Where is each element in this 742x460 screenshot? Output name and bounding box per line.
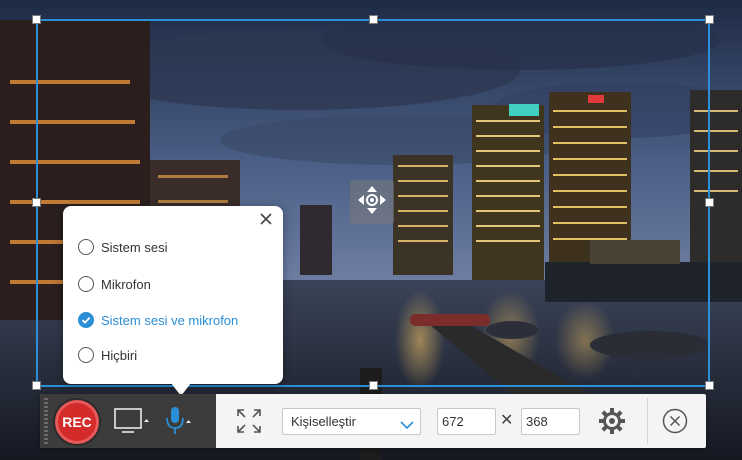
checkmark-icon (81, 313, 91, 328)
resize-handle-bottom[interactable] (369, 381, 378, 390)
audio-option-system[interactable]: Sistem sesi (78, 236, 167, 258)
radio-button-checked[interactable] (78, 312, 94, 328)
audio-source-popup: Sistem sesi Mikrofon Sistem sesi ve mikr… (63, 206, 283, 396)
recording-toolbar: REC Kişiselleştir 672 ✕ 368 (40, 394, 706, 448)
drag-grip-handle[interactable] (44, 398, 48, 444)
dimension-separator: ✕ (500, 412, 514, 429)
fullscreen-button[interactable] (236, 408, 262, 434)
chevron-down-icon (400, 415, 414, 440)
audio-option-system-and-microphone[interactable]: Sistem sesi ve mikrofon (78, 309, 238, 331)
height-input[interactable] (521, 408, 580, 435)
resize-handle-top-left[interactable] (32, 15, 41, 24)
close-icon (260, 212, 272, 230)
microphone-button[interactable] (164, 404, 196, 438)
resize-handle-left[interactable] (32, 198, 41, 207)
display-icon (114, 408, 152, 439)
settings-button[interactable] (598, 407, 626, 435)
resize-handle-bottom-right[interactable] (705, 381, 714, 390)
resize-handle-bottom-left[interactable] (32, 381, 41, 390)
option-label: Sistem sesi ve mikrofon (101, 312, 239, 328)
radio-button[interactable] (78, 347, 94, 363)
audio-option-none[interactable]: Hiçbiri (78, 344, 137, 366)
option-label: Sistem sesi (101, 239, 168, 255)
radio-button[interactable] (78, 276, 94, 292)
option-label: Mikrofon (101, 276, 151, 292)
fullscreen-icon (236, 409, 262, 438)
resize-handle-top-right[interactable] (705, 15, 714, 24)
move-icon (356, 184, 388, 221)
gear-icon (598, 408, 626, 439)
exit-button[interactable] (662, 408, 688, 434)
resize-handle-right[interactable] (705, 198, 714, 207)
toolbar-dark-section: REC (40, 394, 216, 448)
option-label: Hiçbiri (101, 347, 138, 363)
audio-option-microphone[interactable]: Mikrofon (78, 273, 151, 295)
region-mode-value: Kişiselleştir (291, 414, 357, 429)
radio-button[interactable] (78, 239, 94, 255)
move-region-button[interactable] (350, 180, 394, 224)
exit-icon (662, 408, 688, 438)
display-source-button[interactable] (114, 407, 152, 435)
resize-handle-top[interactable] (369, 15, 378, 24)
popup-close-button[interactable] (257, 212, 275, 230)
record-label: REC (62, 414, 92, 430)
record-button[interactable]: REC (55, 400, 99, 444)
width-input[interactable] (437, 408, 496, 435)
microphone-icon (164, 407, 196, 442)
toolbar-divider (647, 398, 648, 444)
region-mode-dropdown[interactable]: Kişiselleştir (282, 408, 421, 435)
